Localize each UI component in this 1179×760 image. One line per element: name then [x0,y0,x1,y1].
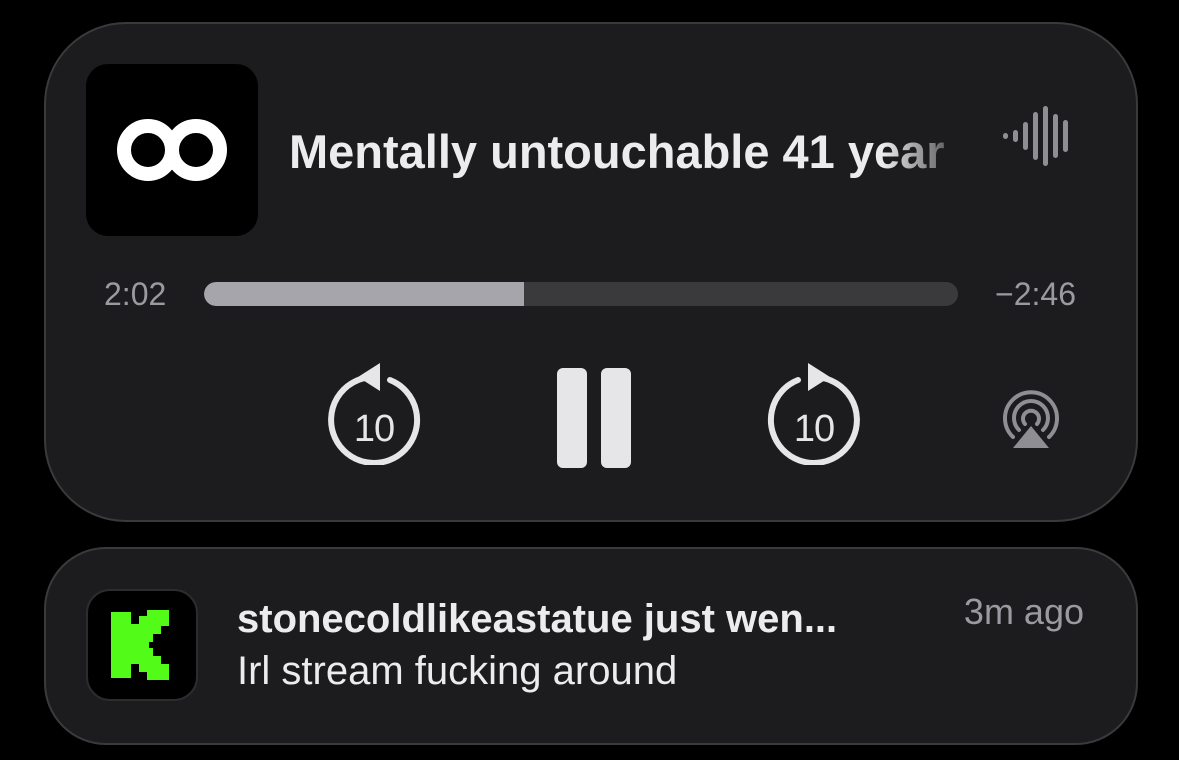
notification-title: stonecoldlikeastatue just wen... [237,597,838,641]
airplay-button[interactable] [996,386,1066,456]
pause-icon [557,368,631,468]
progress-fill [204,282,524,306]
airplay-icon [1003,390,1059,448]
skip-forward-seconds: 10 [793,408,835,450]
notification-card[interactable]: stonecoldlikeastatue just wen... Irl str… [44,547,1138,745]
kick-icon [111,610,169,680]
waveform-icon [1003,106,1068,166]
kick-app-icon [86,589,198,701]
pause-button[interactable] [549,364,639,472]
skip-forward-button[interactable]: 10 [764,359,864,465]
elapsed-time: 2:02 [104,276,167,312]
skip-back-seconds: 10 [353,408,395,450]
remaining-time: −2:46 [995,276,1076,312]
skip-back-button[interactable]: 10 [324,359,424,465]
playback-scrubber[interactable] [204,282,958,306]
app-artwork[interactable] [86,64,258,236]
infinity-icon [117,119,227,181]
notification-body: Irl stream fucking around [237,649,678,693]
now-playing-card[interactable]: Mentally untouchable 41 year 2:02 −2:46 … [44,22,1138,522]
notification-timestamp: 3m ago [963,591,1084,632]
track-title: Mentally untouchable 41 year [289,125,945,178]
